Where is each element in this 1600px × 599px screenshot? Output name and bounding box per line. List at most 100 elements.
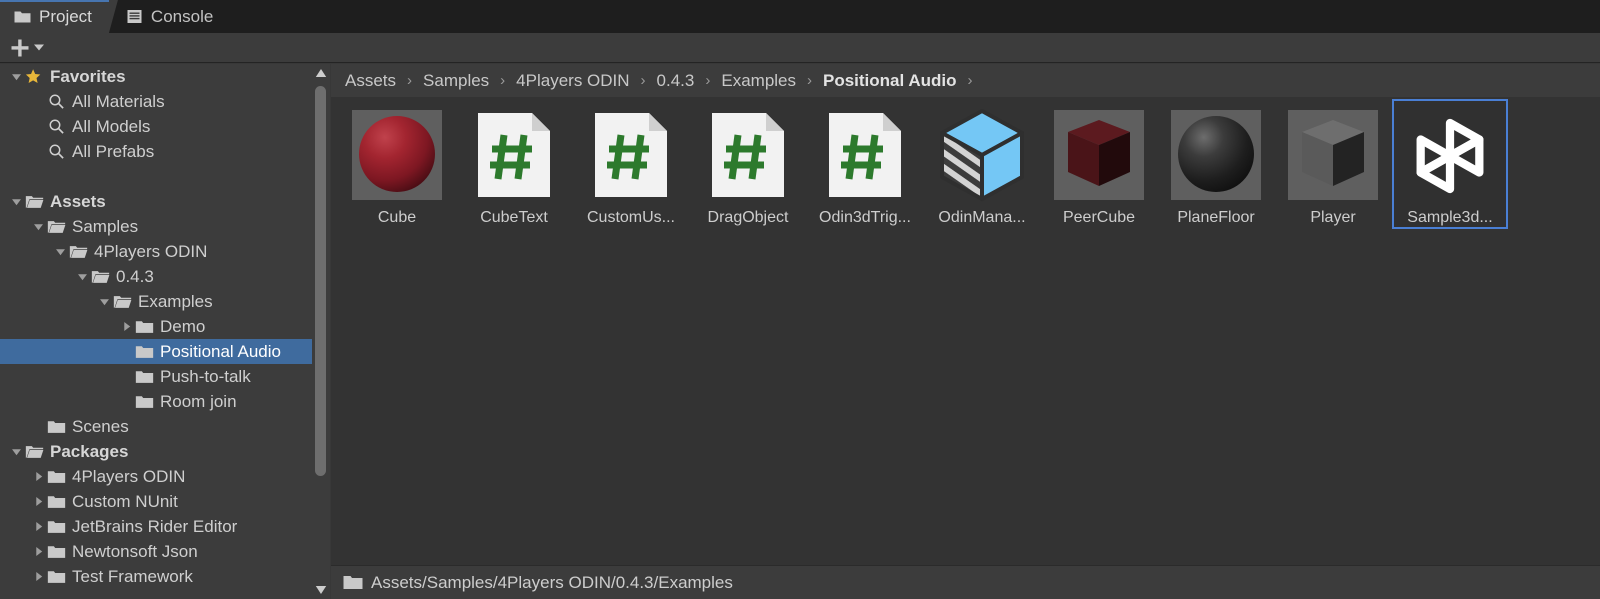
asset-grid[interactable]: Cube CubeText CustomUs... DragObject Odin3dT…: [331, 97, 1600, 565]
chevron-down-icon[interactable]: [96, 294, 112, 310]
tab-console-label: Console: [150, 6, 214, 26]
chevron-right-icon[interactable]: [30, 469, 46, 485]
asset-item[interactable]: DragObject: [690, 99, 806, 229]
tree-scroll-thumb[interactable]: [315, 86, 326, 476]
tree-item-label: Scenes: [72, 417, 129, 436]
tree-item-examples[interactable]: Examples: [0, 289, 330, 314]
breadcrumb-item[interactable]: Positional Audio: [821, 71, 958, 91]
tree-item-label: Demo: [160, 317, 206, 336]
tree-item-all-materials[interactable]: All Materials: [0, 89, 330, 114]
add-asset-dropdown[interactable]: [32, 42, 46, 54]
chevron-right-icon[interactable]: [30, 569, 46, 585]
breadcrumb: Assets › Samples › 4Players ODIN › 0.4.3 › Examp…: [331, 64, 1600, 97]
breadcrumb-item[interactable]: 4Players ODIN: [514, 71, 631, 91]
breadcrumb-item[interactable]: Samples: [421, 71, 491, 91]
asset-thumbnail: [583, 107, 679, 203]
tree-item-label: Favorites: [50, 67, 126, 86]
tree-item-0-4-3[interactable]: 0.4.3: [0, 264, 330, 289]
tab-console[interactable]: Console: [112, 0, 233, 33]
asset-item[interactable]: PlaneFloor: [1158, 99, 1274, 229]
tree-item-4players-odin[interactable]: 4Players ODIN: [0, 464, 330, 489]
chevron-right-icon[interactable]: [30, 544, 46, 560]
chevron-right-icon[interactable]: [30, 494, 46, 510]
sphere-icon: [359, 116, 435, 192]
project-tree-panel[interactable]: Favorites All Materials All Models All Pref…: [0, 64, 330, 599]
breadcrumb-item[interactable]: 0.4.3: [655, 71, 697, 91]
folder-icon: [134, 318, 154, 335]
scroll-up-icon[interactable]: [315, 68, 327, 78]
tree-item-push-to-talk[interactable]: Push-to-talk: [0, 364, 330, 389]
tree-item-jetbrains-rider-editor[interactable]: JetBrains Rider Editor: [0, 514, 330, 539]
tree-item-label: JetBrains Rider Editor: [72, 517, 238, 536]
tree-item-samples[interactable]: Samples: [0, 214, 330, 239]
asset-item[interactable]: Cube: [339, 99, 455, 229]
csharp-script-icon: [829, 113, 901, 197]
tree-item-favorites[interactable]: Favorites: [0, 64, 330, 89]
tree-item-assets[interactable]: Assets: [0, 189, 330, 214]
breadcrumb-item[interactable]: Assets: [343, 71, 398, 91]
csharp-script-icon: [712, 113, 784, 197]
asset-label: OdinMana...: [938, 209, 1026, 226]
tree-scrollbar[interactable]: [312, 64, 330, 599]
folder-icon: [46, 493, 66, 510]
tree-item-scenes[interactable]: Scenes: [0, 414, 330, 439]
tree-item-all-models[interactable]: All Models: [0, 114, 330, 139]
tab-project[interactable]: Project: [0, 0, 118, 33]
asset-label: DragObject: [707, 209, 789, 226]
prefab-variant-icon: [940, 109, 1024, 201]
chevron-right-icon[interactable]: [118, 319, 134, 335]
chevron-right-icon[interactable]: [30, 519, 46, 535]
unity-project-window: Project Console Favorites All Materials …: [0, 0, 1600, 599]
tree-item-positional-audio[interactable]: Positional Audio: [0, 339, 330, 364]
asset-label: CubeText: [480, 209, 548, 226]
asset-thumbnail: [934, 107, 1030, 203]
asset-label: Cube: [377, 209, 417, 226]
add-asset-button[interactable]: [9, 37, 31, 59]
tree-item-4players-odin[interactable]: 4Players ODIN: [0, 239, 330, 264]
csharp-script-icon: [478, 113, 550, 197]
tree-item-label: Packages: [50, 442, 129, 461]
tree-item-label: All Materials: [72, 92, 165, 111]
tree-item-label: Positional Audio: [160, 342, 281, 361]
tree-item-label: Samples: [72, 217, 139, 236]
asset-item[interactable]: CustomUs...: [573, 99, 689, 229]
tree-item-custom-nunit[interactable]: Custom NUnit: [0, 489, 330, 514]
scroll-down-icon[interactable]: [315, 585, 327, 595]
tree-item-newtonsoft-json[interactable]: Newtonsoft Json: [0, 539, 330, 564]
folder-icon: [46, 518, 66, 535]
tree-item-room-join[interactable]: Room join: [0, 389, 330, 414]
folder-icon: [134, 368, 154, 385]
folder-icon: [14, 9, 31, 24]
plus-icon: [9, 37, 31, 59]
sphere-icon: [1178, 116, 1254, 192]
tree-item-label: All Models: [72, 117, 151, 136]
asset-item[interactable]: Sample3d...: [1392, 99, 1508, 229]
chevron-down-icon[interactable]: [52, 244, 68, 260]
asset-thumbnail: [1285, 107, 1381, 203]
tree-item-demo[interactable]: Demo: [0, 314, 330, 339]
tree-item-all-prefabs[interactable]: All Prefabs: [0, 139, 330, 164]
tree-arrow-placeholder: [30, 119, 46, 135]
asset-thumbnail: [349, 107, 445, 203]
asset-item[interactable]: Player: [1275, 99, 1391, 229]
chevron-down-icon[interactable]: [74, 269, 90, 285]
tree-arrow-placeholder: [30, 144, 46, 160]
chevron-down-icon[interactable]: [8, 69, 24, 85]
chevron-down-icon[interactable]: [8, 444, 24, 460]
tree-arrow-placeholder: [30, 419, 46, 435]
asset-item[interactable]: Odin3dTrig...: [807, 99, 923, 229]
tree-item-test-framework[interactable]: Test Framework: [0, 564, 330, 589]
breadcrumb-item[interactable]: Examples: [719, 71, 798, 91]
folder-open-icon: [112, 293, 132, 310]
chevron-down-icon[interactable]: [30, 219, 46, 235]
tree-item-packages[interactable]: Packages: [0, 439, 330, 464]
material-preview: [1171, 110, 1261, 200]
tree-item-label: Assets: [50, 192, 106, 211]
tree-item-label: 4Players ODIN: [72, 467, 186, 486]
chevron-down-icon[interactable]: [8, 194, 24, 210]
asset-item[interactable]: PeerCube: [1041, 99, 1157, 229]
breadcrumb-separator: ›: [500, 72, 506, 89]
asset-item[interactable]: OdinMana...: [924, 99, 1040, 229]
tree-item-label: Custom NUnit: [72, 492, 178, 511]
asset-item[interactable]: CubeText: [456, 99, 572, 229]
